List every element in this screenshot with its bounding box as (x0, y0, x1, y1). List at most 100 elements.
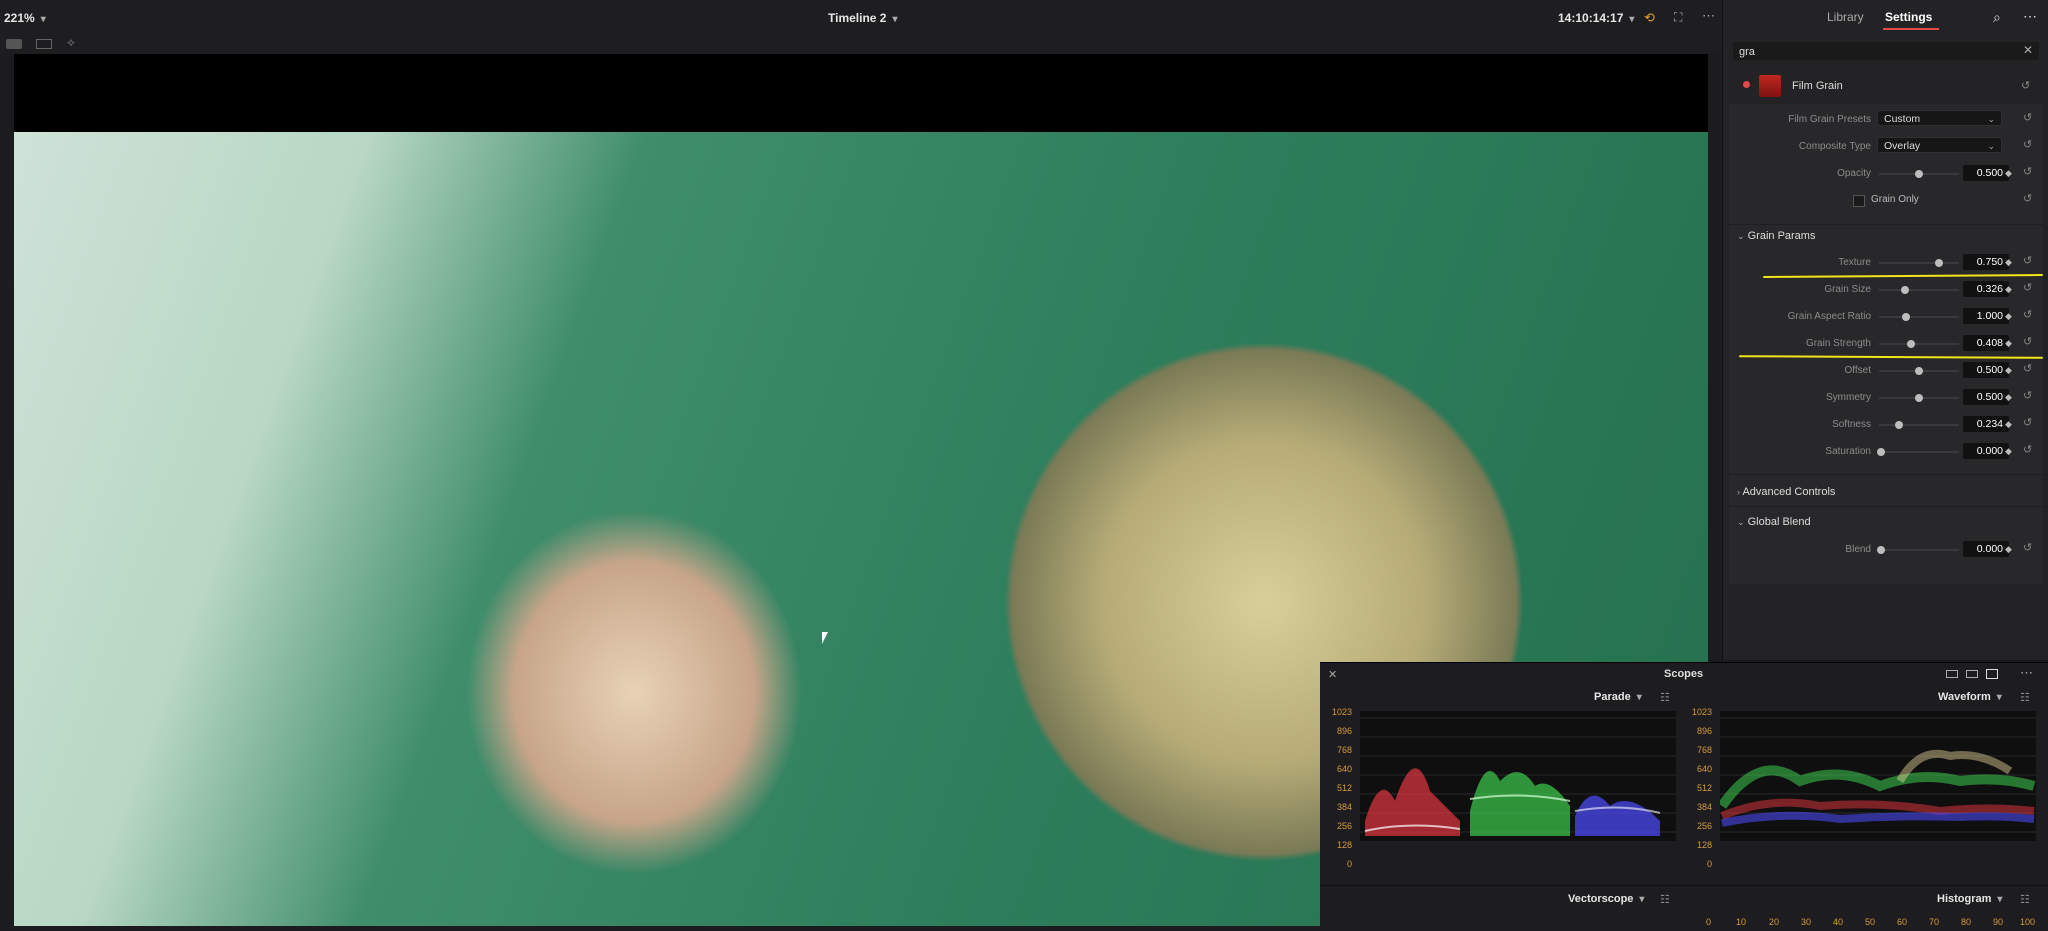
magic-wand-icon[interactable]: ✧ (66, 36, 76, 50)
keyframe-icon[interactable]: ◆ (2005, 544, 2012, 555)
param-value[interactable]: 0.500 (1963, 362, 2009, 378)
clear-search-icon[interactable]: ✕ (2023, 43, 2033, 57)
scope-settings-icon[interactable]: ☷ (1660, 893, 1670, 906)
reset-icon[interactable]: ↺ (2023, 254, 2032, 267)
loop-icon[interactable]: ⟲ (1644, 10, 1655, 26)
scope-settings-icon[interactable]: ☷ (2020, 691, 2030, 704)
opacity-slider-handle[interactable] (1915, 170, 1923, 178)
param-row-offset: Offset 0.500 ◆ ↺ (1729, 362, 2043, 382)
presets-value: Custom (1884, 113, 1921, 125)
param-slider-handle[interactable] (1935, 259, 1943, 267)
x-tick: 90 (1993, 917, 2004, 927)
search-input[interactable] (1737, 43, 2011, 61)
reset-icon[interactable]: ↺ (2023, 416, 2032, 429)
param-row-texture: Texture 0.750 ◆ ↺ (1729, 254, 2043, 274)
more-options-icon[interactable]: ⋯ (1702, 8, 1715, 24)
y-tick: 384 (1336, 802, 1352, 812)
single-layout-icon[interactable] (1946, 670, 1958, 678)
tab-library[interactable]: Library (1827, 10, 1864, 24)
fullscreen-icon[interactable]: ⛶ (1674, 10, 1682, 25)
scopes-title: Scopes (1664, 668, 1704, 680)
global-blend-toggle[interactable]: ⌄ Global Blend (1737, 516, 1811, 528)
scope-settings-icon[interactable]: ☷ (2020, 893, 2030, 906)
param-value[interactable]: 1.000 (1963, 308, 2009, 324)
keyframe-icon[interactable]: ◆ (2005, 257, 2012, 268)
param-value[interactable]: 0.326 (1963, 281, 2009, 297)
param-slider-handle[interactable] (1895, 421, 1903, 429)
param-slider-handle[interactable] (1915, 394, 1923, 402)
more-options-icon[interactable]: ⋯ (2020, 665, 2033, 681)
waveform-dropdown[interactable]: Waveform ▾ (1938, 691, 2002, 703)
reset-icon[interactable]: ↺ (2023, 308, 2032, 321)
close-icon[interactable]: ✕ (1328, 668, 1337, 681)
dual-layout-icon[interactable] (1966, 670, 1978, 678)
param-label: Offset (1844, 365, 1872, 376)
param-slider-handle[interactable] (1915, 367, 1923, 375)
more-options-icon[interactable]: ⋯ (2023, 8, 2037, 25)
tab-settings[interactable]: Settings (1885, 10, 1932, 24)
quad-layout-icon[interactable] (1986, 669, 1998, 679)
opacity-value[interactable]: 0.500 (1963, 165, 2009, 181)
keyframe-icon[interactable]: ◆ (2005, 365, 2012, 376)
keyframe-icon[interactable]: ◆ (2005, 168, 2012, 179)
single-view-icon[interactable] (6, 39, 22, 49)
param-value[interactable]: 0.500 (1963, 389, 2009, 405)
presets-dropdown[interactable]: Custom ⌄ (1877, 110, 2002, 126)
param-slider-handle[interactable] (1877, 546, 1885, 554)
param-label: Texture (1838, 257, 1871, 268)
reset-icon[interactable]: ↺ (2023, 192, 2032, 205)
parade-label: Parade (1594, 691, 1631, 703)
reset-icon[interactable]: ↺ (2023, 165, 2032, 178)
vectorscope-dropdown[interactable]: Vectorscope ▾ (1568, 893, 1644, 905)
param-slider[interactable] (1879, 451, 1959, 453)
param-value[interactable]: 0.000 (1963, 443, 2009, 459)
reset-icon[interactable]: ↺ (2023, 138, 2032, 151)
param-slider[interactable] (1879, 316, 1959, 318)
keyframe-icon[interactable]: ◆ (2005, 284, 2012, 295)
chevron-down-icon: ▾ (1636, 692, 1642, 703)
param-slider[interactable] (1879, 424, 1959, 426)
reset-icon[interactable]: ↺ (2023, 335, 2032, 348)
param-slider-handle[interactable] (1902, 313, 1910, 321)
zoom-level-dropdown[interactable]: 221% ▾ (4, 11, 46, 25)
parade-dropdown[interactable]: Parade ▾ (1594, 691, 1642, 703)
keyframe-icon[interactable]: ◆ (2005, 392, 2012, 403)
grain-params-toggle[interactable]: ⌄ Grain Params (1737, 230, 1815, 242)
scope-settings-icon[interactable]: ☷ (1660, 691, 1670, 704)
param-label: Symmetry (1826, 392, 1871, 403)
param-value[interactable]: 0.234 (1963, 416, 2009, 432)
param-value[interactable]: 0.408 (1963, 335, 2009, 351)
reset-icon[interactable]: ↺ (2021, 79, 2030, 92)
param-slider-handle[interactable] (1877, 448, 1885, 456)
search-field[interactable]: ✕ (1733, 42, 2039, 61)
param-slider[interactable] (1879, 549, 1959, 551)
effect-enable-toggle[interactable] (1743, 81, 1750, 88)
reset-icon[interactable]: ↺ (2023, 389, 2032, 402)
param-slider[interactable] (1879, 343, 1959, 345)
param-slider[interactable] (1879, 289, 1959, 291)
param-value[interactable]: 0.000 (1963, 541, 2009, 557)
histogram-dropdown[interactable]: Histogram ▾ (1937, 893, 2002, 905)
param-value[interactable]: 0.750 (1963, 254, 2009, 270)
advanced-controls-title: Advanced Controls (1742, 486, 1836, 498)
param-slider-handle[interactable] (1907, 340, 1915, 348)
keyframe-icon[interactable]: ◆ (2005, 311, 2012, 322)
reset-icon[interactable]: ↺ (2023, 362, 2032, 375)
timecode-dropdown[interactable]: 14:10:14:17 ▾ (1558, 11, 1634, 25)
viewer-toolbar: 221% ▾ Timeline 2 ▾ 14:10:14:17 ▾ ⟲ ⛶ ⋯ (0, 0, 1722, 37)
reset-icon[interactable]: ↺ (2023, 111, 2032, 124)
keyframe-icon[interactable]: ◆ (2005, 446, 2012, 457)
param-slider[interactable] (1879, 262, 1959, 264)
reset-icon[interactable]: ↺ (2023, 443, 2032, 456)
composite-dropdown[interactable]: Overlay ⌄ (1877, 137, 2002, 153)
keyframe-icon[interactable]: ◆ (2005, 338, 2012, 349)
timeline-dropdown[interactable]: Timeline 2 ▾ (828, 11, 898, 25)
grain-only-checkbox[interactable] (1853, 195, 1865, 207)
param-slider-handle[interactable] (1901, 286, 1909, 294)
keyframe-icon[interactable]: ◆ (2005, 419, 2012, 430)
advanced-controls-toggle[interactable]: › Advanced Controls (1737, 486, 1835, 498)
reset-icon[interactable]: ↺ (2023, 541, 2032, 554)
grid-view-icon[interactable] (36, 39, 52, 49)
reset-icon[interactable]: ↺ (2023, 281, 2032, 294)
search-icon[interactable]: ⌕ (1993, 9, 2001, 26)
